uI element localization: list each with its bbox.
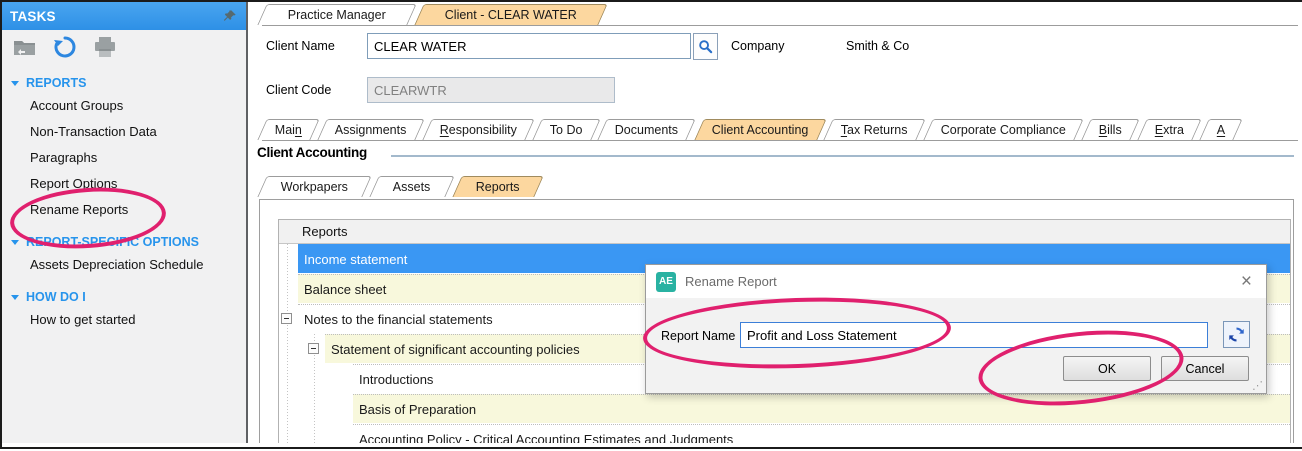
report-row-accounting-policy-critical-accounting-estimates-and-judgments[interactable]: Accounting Policy - Critical Accounting …: [353, 424, 1290, 443]
tasks-sidebar: TASKS REPORTS Account GroupsNon-Transacti…: [2, 2, 248, 443]
tasks-title: TASKS: [10, 9, 56, 24]
tab-label: Bills: [1087, 120, 1134, 140]
client-tabs: Main Assignments Responsibility To Do Docume…: [262, 119, 1298, 141]
company-label: Company: [731, 39, 785, 53]
tab-label: Responsibility: [427, 120, 528, 140]
refresh-icon: [1228, 326, 1245, 343]
collapse-triangle-icon: [11, 240, 19, 245]
client-code-label: Client Code: [266, 83, 331, 97]
sidebar-section-label: REPORTS: [26, 76, 86, 90]
ok-button[interactable]: OK: [1063, 356, 1151, 381]
collapse-minus-icon[interactable]: [308, 343, 319, 354]
tab-practice-manager[interactable]: Practice Manager: [257, 4, 416, 25]
search-button[interactable]: [693, 33, 718, 60]
grid-column-header[interactable]: Reports: [279, 220, 1290, 244]
collapse-triangle-icon: [11, 295, 19, 300]
sidebar-section-label: REPORT-SPECIFIC OPTIONS: [26, 235, 199, 249]
sidebar-section-label: HOW DO I: [26, 290, 86, 304]
tab-label: Tax Returns: [829, 120, 920, 140]
rename-report-dialog: AE Rename Report × Report Name OK Cancel…: [645, 264, 1267, 394]
sidebar-item-account-groups[interactable]: Account Groups: [2, 93, 246, 119]
tab-label: Client Accounting: [699, 120, 820, 140]
section-heading: Client Accounting: [257, 145, 367, 160]
tree-gutter: [279, 334, 325, 363]
collapse-triangle-icon: [11, 81, 19, 86]
collapse-minus-icon[interactable]: [281, 313, 292, 324]
tree-gutter: [279, 394, 353, 423]
sidebar-section-how-do-i[interactable]: HOW DO I: [2, 287, 246, 307]
tab-label: Main: [263, 120, 314, 140]
refresh-icon[interactable]: [52, 35, 78, 59]
sidebar-item-how-to-get-started[interactable]: How to get started: [2, 307, 246, 333]
sidebar-item-rename-reports[interactable]: Rename Reports: [2, 197, 246, 223]
tasks-toolbar: [2, 30, 246, 64]
sidebar-item-report-options[interactable]: Report Options: [2, 171, 246, 197]
tab-client-accounting[interactable]: Client Accounting: [694, 119, 826, 140]
tab-documents[interactable]: Documents: [598, 119, 697, 140]
sidebar-sections: REPORTS Account GroupsNon-Transaction Dat…: [2, 73, 246, 333]
sidebar-section-reports[interactable]: REPORTS: [2, 73, 246, 93]
tab-assignments[interactable]: Assignments: [317, 119, 424, 140]
tab-client-clear-water[interactable]: Client - CLEAR WATER: [414, 4, 607, 25]
tab-label: Practice Manager: [263, 5, 411, 25]
tab-label: Assets: [375, 177, 449, 197]
tab-label: Extra: [1143, 120, 1196, 140]
section-rule: [391, 155, 1294, 157]
print-icon[interactable]: [92, 35, 118, 59]
tree-gutter: [279, 364, 353, 393]
tab-label: To Do: [538, 120, 595, 140]
tab-reports[interactable]: Reports: [452, 176, 543, 197]
tab-to-do[interactable]: To Do: [532, 119, 600, 140]
sidebar-item-non-transaction-data[interactable]: Non-Transaction Data: [2, 119, 246, 145]
tab-label: A: [1205, 120, 1237, 140]
tab-tax-returns[interactable]: Tax Returns: [824, 119, 926, 140]
tab-responsibility[interactable]: Responsibility: [422, 119, 534, 140]
tab-assets[interactable]: Assets: [369, 176, 454, 197]
report-name-label: Report Name: [661, 329, 735, 343]
tab-corporate-compliance[interactable]: Corporate Compliance: [923, 119, 1083, 140]
table-row[interactable]: Accounting Policy - Critical Accounting …: [279, 424, 1290, 443]
refresh-button[interactable]: [1223, 321, 1250, 348]
dialog-titlebar[interactable]: AE Rename Report ×: [646, 265, 1266, 298]
resize-grip-icon[interactable]: ⋰: [1252, 379, 1263, 392]
tab-label: Workpapers: [263, 177, 366, 197]
table-row[interactable]: Basis of Preparation: [279, 394, 1290, 424]
workspace-tabs: Practice Manager Client - CLEAR WATER: [262, 4, 1298, 26]
sidebar-item-assets-depreciation-schedule[interactable]: Assets Depreciation Schedule: [2, 252, 246, 278]
company-value: Smith & Co: [846, 39, 909, 53]
tab-bills[interactable]: Bills: [1081, 119, 1139, 140]
pin-icon[interactable]: [222, 4, 238, 28]
tab-label: Documents: [603, 120, 690, 140]
tree-gutter: [279, 244, 298, 273]
search-icon: [698, 39, 713, 54]
tree-gutter: [279, 424, 353, 443]
report-name-input[interactable]: [740, 322, 1208, 348]
report-row-basis-of-preparation[interactable]: Basis of Preparation: [353, 394, 1290, 423]
app-window: TASKS REPORTS Account GroupsNon-Transacti…: [0, 0, 1302, 449]
cancel-button[interactable]: Cancel: [1161, 356, 1249, 381]
close-icon[interactable]: ×: [1237, 272, 1256, 291]
tree-gutter: [279, 274, 298, 303]
client-code-input: [367, 77, 615, 103]
app-logo-icon: AE: [656, 272, 676, 292]
tab-label: Reports: [457, 177, 537, 197]
accounting-subtabs: Workpapers Assets Reports: [262, 176, 1298, 197]
tab-label: Assignments: [323, 120, 419, 140]
screenshot-root: TASKS REPORTS Account GroupsNon-Transacti…: [0, 0, 1302, 451]
sidebar-section-report-specific-options[interactable]: REPORT-SPECIFIC OPTIONS: [2, 232, 246, 252]
tab-label: Client - CLEAR WATER: [420, 5, 602, 25]
tree-gutter: [279, 304, 298, 333]
tab-main[interactable]: Main: [257, 119, 319, 140]
tab-extra[interactable]: Extra: [1137, 119, 1202, 140]
client-name-input[interactable]: [367, 33, 691, 59]
tasks-titlebar: TASKS: [2, 2, 246, 30]
tab-workpapers[interactable]: Workpapers: [257, 176, 372, 197]
dialog-title: Rename Report: [685, 274, 777, 289]
tab-label: Corporate Compliance: [929, 120, 1078, 140]
open-folder-icon[interactable]: [12, 35, 38, 59]
tab-a[interactable]: A: [1199, 119, 1243, 140]
sidebar-item-paragraphs[interactable]: Paragraphs: [2, 145, 246, 171]
client-name-label: Client Name: [266, 39, 335, 53]
